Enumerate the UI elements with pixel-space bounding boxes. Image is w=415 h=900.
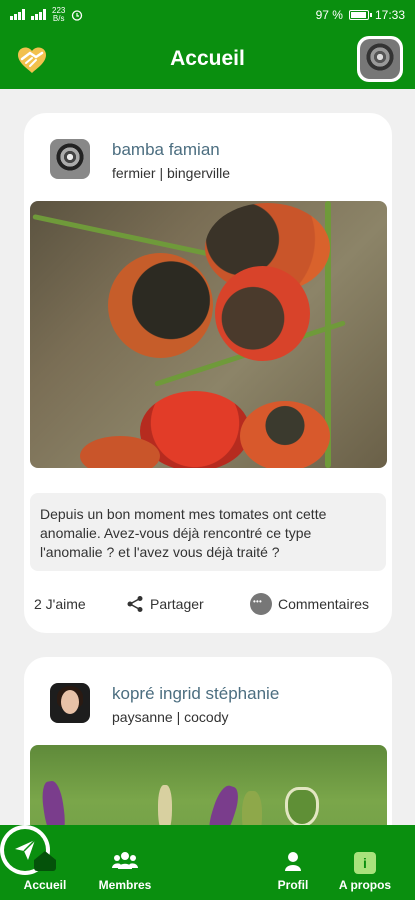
feed[interactable]: bamba famian fermier | bingerville Depui… [0, 89, 415, 825]
members-icon [112, 852, 138, 869]
handshake-logo-icon[interactable] [14, 41, 50, 77]
alarm-icon [72, 9, 83, 21]
share-icon [127, 596, 143, 612]
nav-membres[interactable]: Membres [90, 825, 160, 900]
bottom-nav: Accueil Membres Profil i A propos [0, 825, 415, 900]
comments-label: Commentaires [278, 596, 370, 612]
comments-button[interactable]: Commentaires [250, 593, 369, 615]
share-button[interactable]: Partager [126, 593, 204, 615]
post-actions: 2 J'aime Partager Commentaires [24, 593, 392, 617]
author-avatar[interactable] [50, 139, 90, 179]
nav-profil[interactable]: Profil [258, 825, 328, 900]
status-bar: 223 B/s 97 % 17:33 [0, 0, 415, 29]
app-header: Accueil [0, 29, 415, 89]
post-image[interactable] [30, 201, 387, 468]
info-icon: i [354, 852, 376, 874]
home-icon [34, 851, 56, 871]
signal-icon [10, 9, 25, 20]
post-card: kopré ingrid stéphanie paysanne | cocody [24, 657, 392, 825]
post-card: bamba famian fermier | bingerville Depui… [24, 113, 392, 633]
post-text: Depuis un bon moment mes tomates ont cet… [30, 493, 386, 571]
battery-icon [348, 9, 372, 20]
post-image[interactable] [30, 745, 387, 825]
author-meta: fermier | bingerville [112, 165, 231, 181]
status-right: 97 % 17:33 [316, 8, 405, 22]
net-speed: 223 B/s [52, 6, 65, 23]
profile-icon [285, 852, 301, 871]
author-meta: paysanne | cocody [112, 709, 229, 725]
like-count[interactable]: 2 J'aime [34, 596, 86, 612]
author-name[interactable]: bamba famian [112, 140, 220, 160]
signal-2-icon [31, 9, 46, 20]
battery-percent: 97 % [315, 7, 343, 22]
nav-label: A propos [338, 878, 392, 892]
nav-label: Profil [277, 878, 309, 892]
user-avatar[interactable] [357, 36, 403, 82]
status-left: 223 B/s [10, 6, 83, 23]
nav-apropos[interactable]: i A propos [330, 825, 400, 900]
nav-label: Accueil [23, 878, 67, 892]
nav-label: Membres [98, 878, 152, 892]
author-avatar[interactable] [50, 683, 90, 723]
net-speed-unit: B/s [52, 13, 65, 23]
nav-accueil[interactable]: Accueil [10, 825, 80, 900]
comment-icon [250, 593, 272, 615]
share-label: Partager [150, 596, 204, 612]
author-name[interactable]: kopré ingrid stéphanie [112, 684, 279, 704]
clock: 17:33 [374, 7, 405, 22]
page-title: Accueil [170, 47, 245, 70]
